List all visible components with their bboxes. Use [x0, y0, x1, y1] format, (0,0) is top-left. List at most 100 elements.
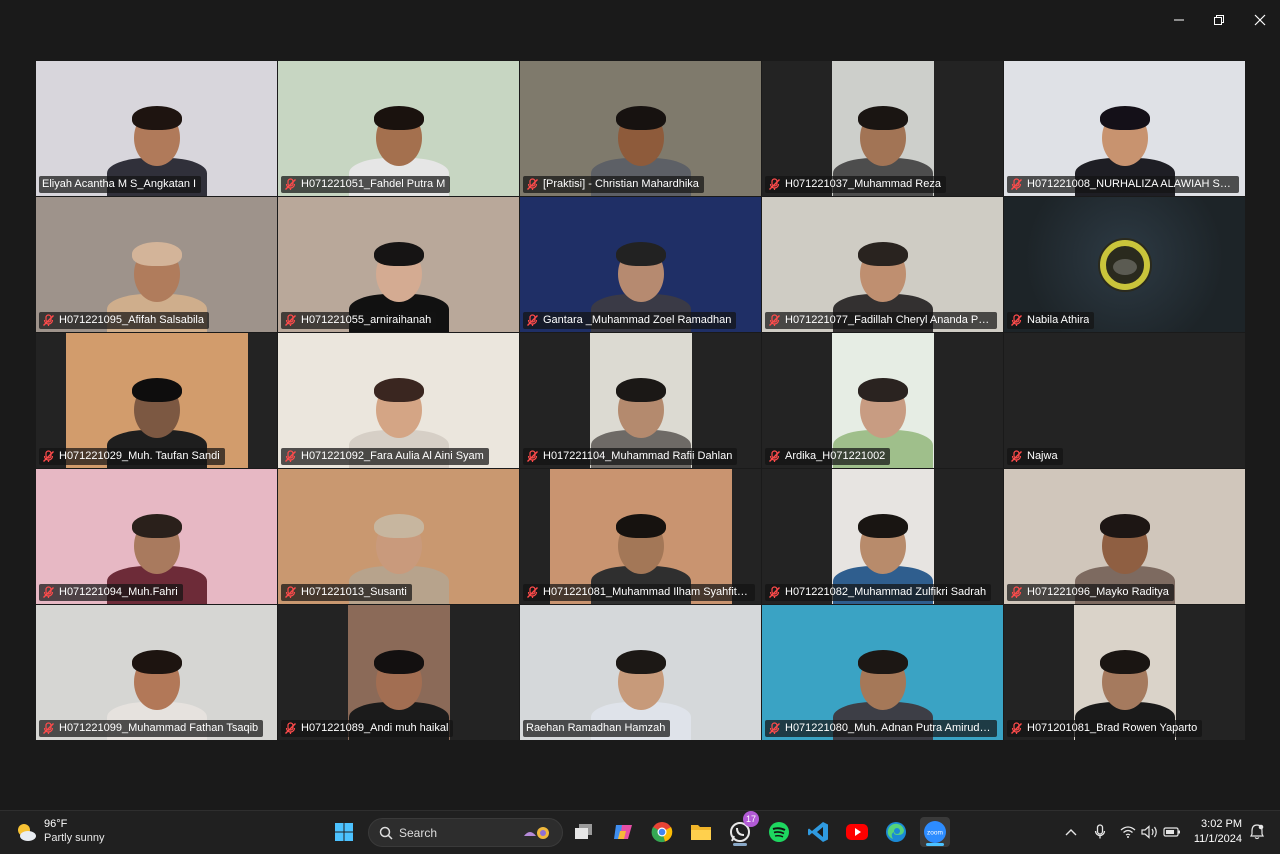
close-icon [1254, 14, 1266, 26]
participant-tile[interactable]: H071221029_Muh. Taufan Sandi [36, 333, 277, 468]
clock-date: 11/1/2024 [1193, 833, 1242, 845]
participant-nameplate: H071221094_Muh.Fahri [39, 584, 183, 601]
participant-nameplate: Najwa [1007, 448, 1063, 465]
zoom-icon-label: zoom [927, 830, 943, 837]
participant-tile[interactable]: Najwa [1004, 333, 1245, 468]
microphone-tray[interactable] [1094, 824, 1106, 845]
participant-name: H071221094_Muh.Fahri [59, 586, 178, 598]
mic-muted-icon [1011, 314, 1022, 326]
participant-tile[interactable]: H071221092_Fara Aulia Al Aini Syam [278, 333, 519, 468]
participant-tile[interactable]: Ardika_H071221002 [762, 333, 1003, 468]
whatsapp-button[interactable]: 17 [725, 811, 759, 847]
participant-tile[interactable]: H071221099_Muhammad Fathan Tsaqib [36, 605, 277, 740]
participant-name: Gantara _Muhammad Zoel Ramadhan [543, 314, 732, 326]
participant-nameplate: H071221008_NURHALIZA ALAWIAH SYAH [1007, 176, 1239, 193]
participant-name: Nabila Athira [1027, 314, 1090, 326]
participant-name: H017221104_Muhammad Rafii Dahlan [543, 450, 733, 462]
participant-tile[interactable]: H071221013_Susanti [278, 469, 519, 604]
participant-nameplate: Gantara _Muhammad Zoel Ramadhan [523, 312, 737, 329]
minimize-icon [1174, 19, 1184, 21]
task-view-button[interactable] [569, 817, 599, 847]
youtube-button[interactable] [842, 817, 872, 847]
participant-name: H071221082_Muhammad Zulfikri Sadrah [785, 586, 987, 598]
participant-nameplate: Nabila Athira [1007, 312, 1095, 329]
participant-tile[interactable]: H071221051_Fahdel Putra M [278, 61, 519, 196]
weather-temp: 96°F [44, 818, 68, 830]
edge-icon [886, 822, 906, 842]
participant-nameplate: H071221089_Andi muh haikal [281, 720, 454, 737]
start-button[interactable] [329, 817, 359, 847]
taskbar-clock[interactable]: 3:02 PM 11/1/2024 [1190, 817, 1242, 847]
participant-tile[interactable]: H071221089_Andi muh haikal [278, 605, 519, 740]
participant-tile[interactable]: H071221095_Afifah Salsabila [36, 197, 277, 332]
mic-muted-icon [285, 314, 296, 326]
participant-tile[interactable]: H017221104_Muhammad Rafii Dahlan [520, 333, 761, 468]
mic-muted-icon [285, 178, 296, 190]
edge-button[interactable] [881, 817, 911, 847]
mic-muted-icon [43, 450, 54, 462]
vscode-icon [808, 822, 828, 842]
mic-muted-icon [527, 450, 538, 462]
participant-name: H071221096_Mayko Raditya [1027, 586, 1169, 598]
mic-muted-icon [769, 450, 780, 462]
chrome-button[interactable] [647, 817, 677, 847]
restore-icon [1214, 15, 1224, 25]
participant-tile[interactable]: [Praktisi] - Christian Mahardhika [520, 61, 761, 196]
participant-name: Raehan Ramadhan Hamzah [526, 722, 666, 734]
close-button[interactable] [1246, 8, 1274, 32]
mic-muted-icon [769, 178, 780, 190]
participant-nameplate: H071221092_Fara Aulia Al Aini Syam [281, 448, 489, 465]
participant-tile[interactable]: H071221037_Muhammad Reza [762, 61, 1003, 196]
mic-muted-icon [285, 450, 296, 462]
participant-tile[interactable]: Raehan Ramadhan Hamzah [520, 605, 761, 740]
participant-nameplate: H071221099_Muhammad Fathan Tsaqib [39, 720, 264, 737]
vscode-button[interactable] [803, 817, 833, 847]
microphone-icon [1094, 824, 1106, 839]
participant-tile[interactable]: H071201081_Brad Rowen Yaparto [1004, 605, 1245, 740]
participant-tile[interactable]: H071221008_NURHALIZA ALAWIAH SYAH [1004, 61, 1245, 196]
file-explorer-icon [691, 825, 711, 840]
participant-name: H071221099_Muhammad Fathan Tsaqib [59, 722, 259, 734]
participant-name: H071221092_Fara Aulia Al Aini Syam [301, 450, 484, 462]
volume-tray[interactable] [1141, 825, 1159, 844]
show-hidden-icons-button[interactable] [1064, 825, 1078, 843]
zoom-button[interactable]: zoom [920, 817, 950, 847]
participant-nameplate: Ardika_H071221002 [765, 448, 891, 465]
participant-name: H071221051_Fahdel Putra M [301, 178, 446, 190]
file-explorer-button[interactable] [686, 817, 716, 847]
participant-nameplate: H071221051_Fahdel Putra M [281, 176, 451, 193]
wifi-icon [1120, 826, 1136, 838]
participant-tile[interactable]: H071221081_Muhammad Ilham Syahfitrah ... [520, 469, 761, 604]
participant-name: H071201081_Brad Rowen Yaparto [1027, 722, 1198, 734]
participant-tile[interactable]: Nabila Athira [1004, 197, 1245, 332]
spotify-button[interactable] [764, 817, 794, 847]
restore-button[interactable] [1205, 8, 1233, 32]
participant-tile[interactable]: H071221055_arniraihanah [278, 197, 519, 332]
copilot-button[interactable] [608, 817, 638, 847]
participant-nameplate: H071221013_Susanti [281, 584, 412, 601]
participant-nameplate: H071221095_Afifah Salsabila [39, 312, 209, 329]
minimize-button[interactable] [1165, 8, 1193, 32]
wifi-tray[interactable] [1120, 825, 1136, 844]
participant-tile[interactable]: H071221082_Muhammad Zulfikri Sadrah [762, 469, 1003, 604]
participant-name: Eliyah Acantha M S_Angkatan I [42, 178, 197, 190]
participant-tile[interactable]: Gantara _Muhammad Zoel Ramadhan [520, 197, 761, 332]
participant-nameplate: [Praktisi] - Christian Mahardhika [523, 176, 704, 193]
taskbar-search-box[interactable]: Search [368, 818, 563, 847]
battery-tray[interactable] [1163, 825, 1181, 843]
gallery-view: Eliyah Acantha M S_Angkatan I H071221051_… [36, 61, 1245, 741]
weather-widget[interactable]: 96°F Partly sunny [14, 818, 105, 845]
participant-tile[interactable]: H071221080_Muh. Adnan Putra Amiruddin [762, 605, 1003, 740]
clock-time: 3:02 PM [1201, 818, 1242, 830]
participant-tile[interactable]: H071221077_Fadillah Cheryl Ananda Putri [762, 197, 1003, 332]
start-icon [335, 823, 353, 841]
participant-name: H071221089_Andi muh haikal [301, 722, 449, 734]
notifications-tray[interactable] [1250, 824, 1264, 845]
participant-nameplate: Raehan Ramadhan Hamzah [523, 720, 671, 737]
active-indicator [926, 843, 944, 846]
participant-tile[interactable]: H071221096_Mayko Raditya [1004, 469, 1245, 604]
zoom-icon: zoom [924, 821, 946, 843]
participant-name: H071221081_Muhammad Ilham Syahfitrah ... [543, 586, 750, 598]
participant-tile[interactable]: Eliyah Acantha M S_Angkatan I [36, 61, 277, 196]
participant-tile[interactable]: H071221094_Muh.Fahri [36, 469, 277, 604]
